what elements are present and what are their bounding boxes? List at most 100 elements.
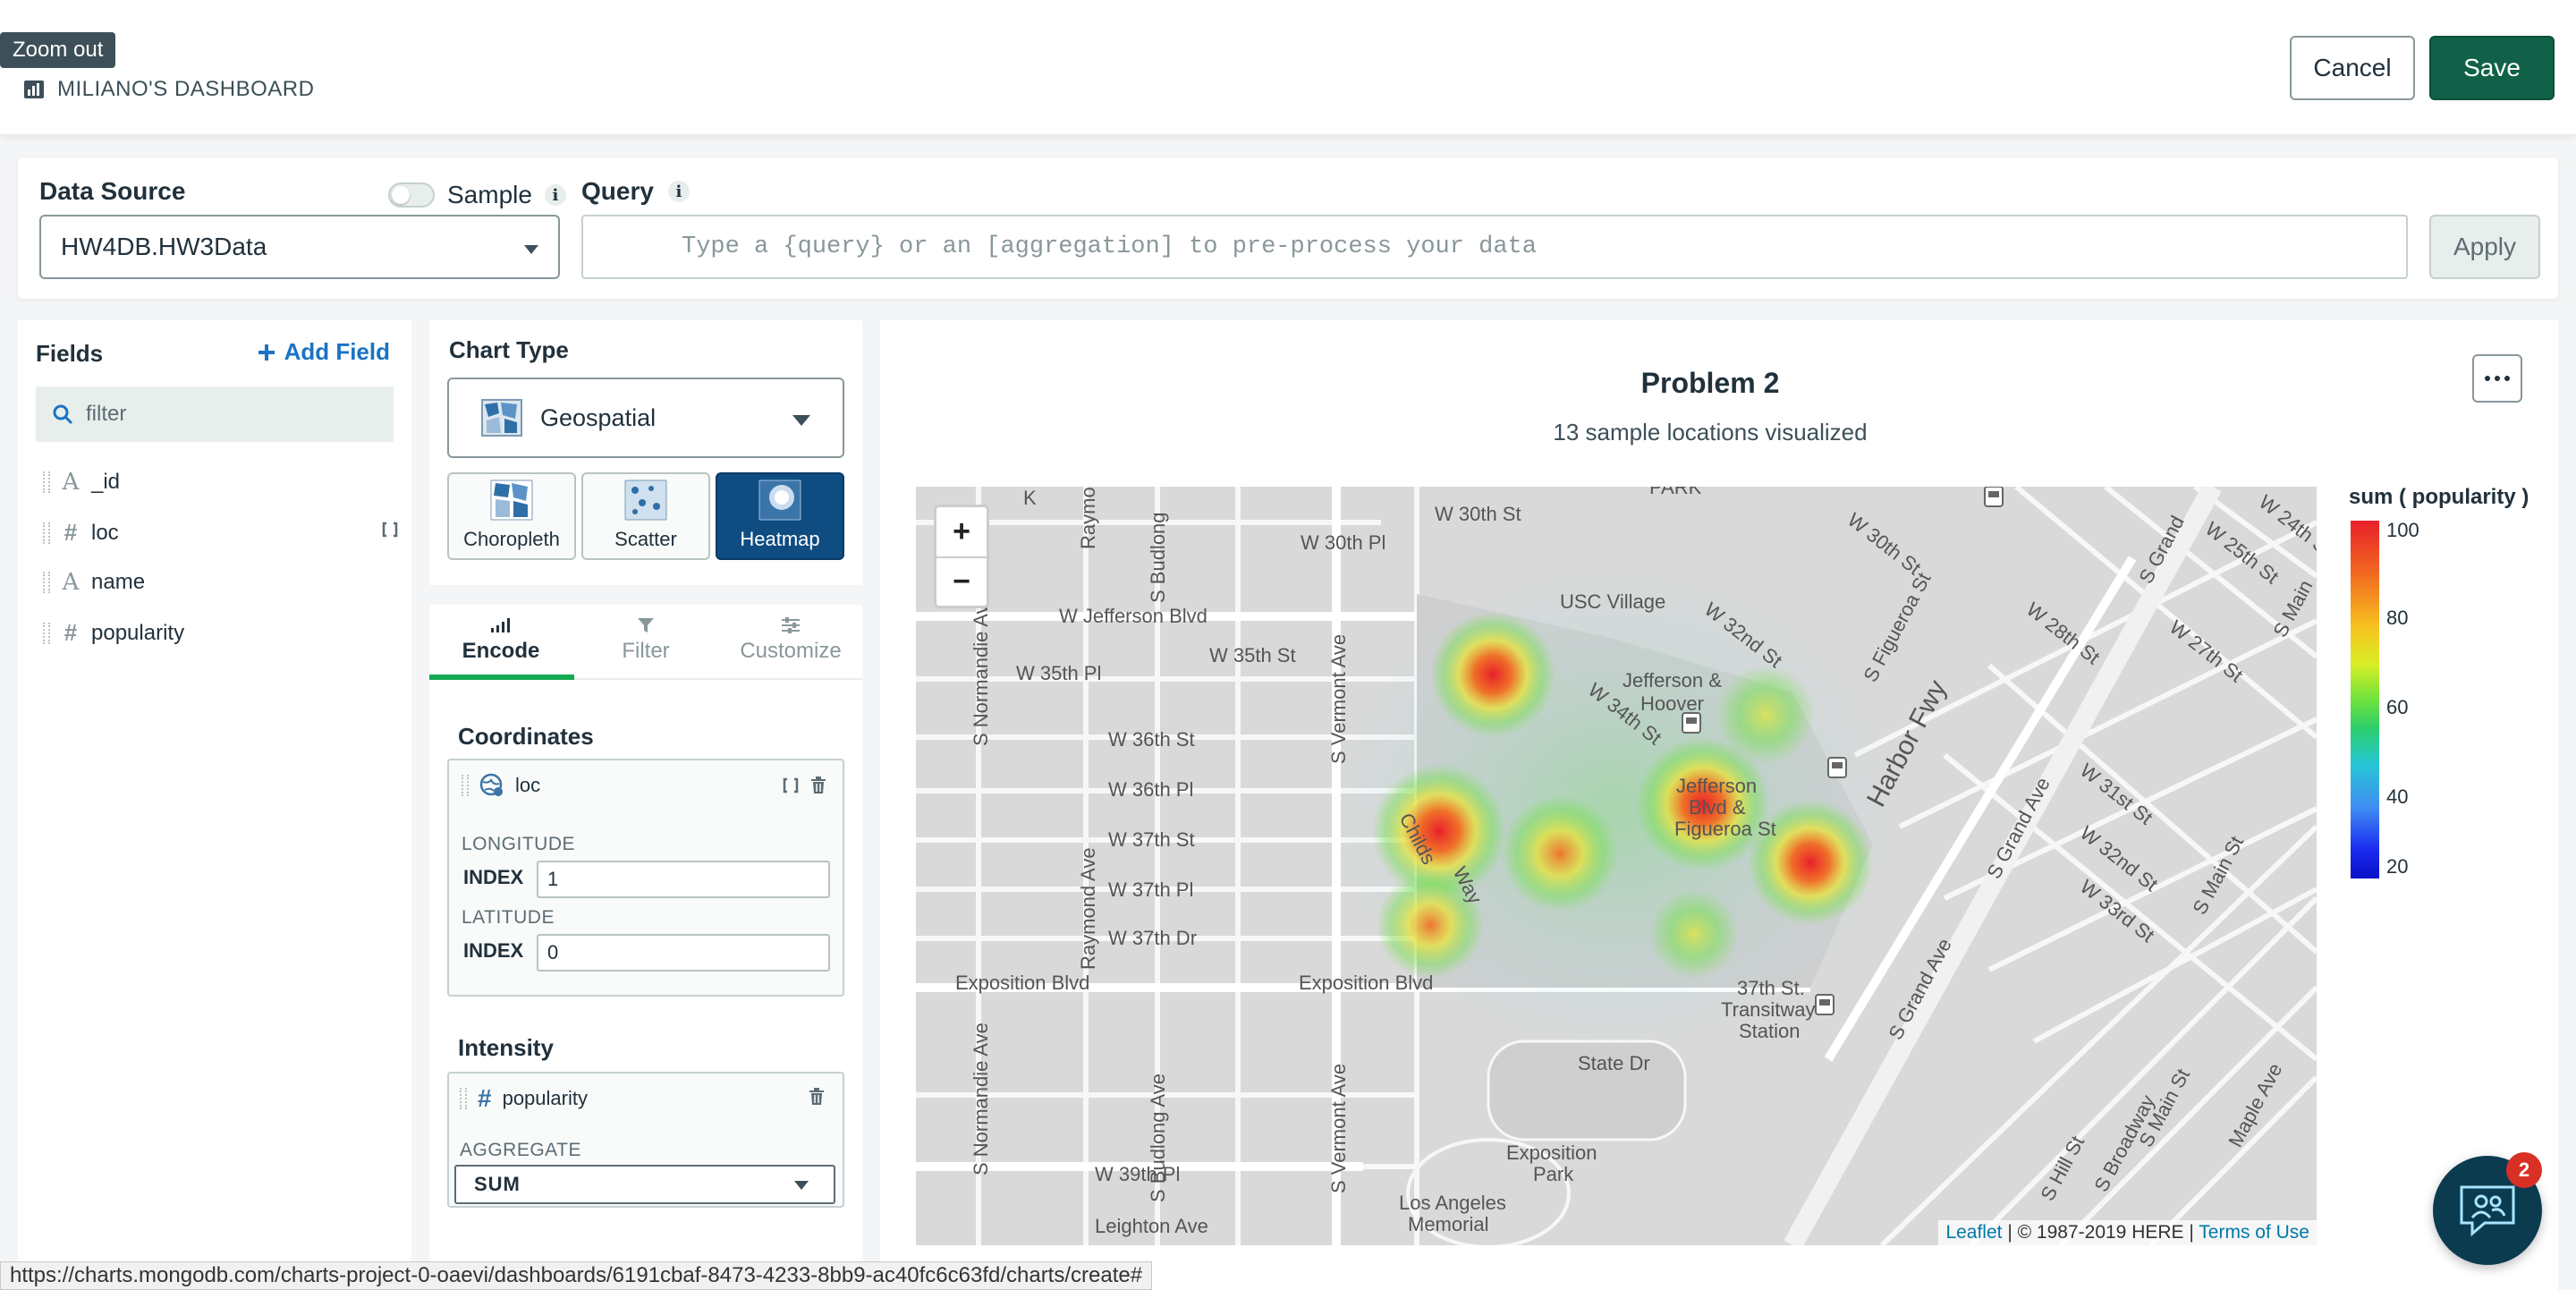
number-type-icon: # bbox=[64, 519, 78, 546]
legend-tick: 100 bbox=[2386, 519, 2419, 541]
field-name: _id bbox=[91, 470, 121, 494]
heat-point bbox=[1430, 612, 1555, 737]
chart-type-title: Chart Type bbox=[449, 336, 569, 363]
legend-title: sum ( popularity ) bbox=[2349, 485, 2529, 509]
array-icon[interactable] bbox=[782, 777, 800, 794]
map-label: Jefferson & bbox=[1623, 669, 1722, 692]
plus-icon bbox=[258, 344, 275, 361]
zoom-control: + − bbox=[934, 505, 989, 608]
latitude-index-input[interactable]: 0 bbox=[537, 934, 830, 972]
apply-button[interactable]: Apply bbox=[2429, 215, 2540, 279]
map-label: Transitway bbox=[1721, 998, 1816, 1021]
sample-toggle[interactable]: Sample i bbox=[388, 181, 566, 209]
fields-title: Fields bbox=[36, 340, 104, 367]
map-label: W 35th Pl bbox=[1016, 662, 1101, 684]
legend-tick: 40 bbox=[2386, 785, 2409, 808]
drag-handle-icon[interactable] bbox=[43, 572, 50, 593]
map-label: Leighton Ave bbox=[1095, 1215, 1208, 1237]
heat-point bbox=[1649, 889, 1739, 979]
map-label: Raymond Ave bbox=[1077, 847, 1099, 970]
leaflet-link[interactable]: Leaflet bbox=[1945, 1222, 2002, 1243]
geo-field-icon bbox=[479, 773, 503, 796]
save-button[interactable]: Save bbox=[2429, 36, 2555, 100]
coordinates-card: loc LONGITUDE INDEX 1 LATITUDE INDEX 0 bbox=[447, 759, 844, 997]
trash-icon[interactable] bbox=[810, 777, 826, 794]
chart-type-select[interactable]: Geospatial bbox=[447, 378, 844, 458]
dashboard-icon bbox=[23, 80, 45, 99]
field-item[interactable]: # popularity bbox=[43, 619, 184, 647]
map-label: S Vermont Ave bbox=[1327, 1064, 1350, 1193]
tab-label: Customize bbox=[740, 639, 842, 663]
latitude-index-label: INDEX bbox=[463, 939, 524, 962]
field-filter-input[interactable]: filter bbox=[36, 386, 394, 442]
add-field-button[interactable]: Add Field bbox=[258, 338, 390, 366]
data-source-select[interactable]: HW4DB.HW3Data bbox=[39, 215, 560, 279]
number-type-icon: # bbox=[478, 1084, 492, 1112]
zoom-in-button[interactable]: + bbox=[936, 507, 987, 556]
terms-link[interactable]: Terms of Use bbox=[2199, 1222, 2309, 1243]
trash-icon[interactable] bbox=[809, 1088, 825, 1106]
dot-icon bbox=[2495, 376, 2500, 381]
aggregate-select[interactable]: SUM bbox=[454, 1165, 835, 1204]
heatmap-button[interactable]: Heatmap bbox=[716, 472, 844, 560]
header: art Zoom out MILIANO'S DASHBOARD Cancel … bbox=[0, 0, 2576, 136]
tab-filter[interactable]: Filter bbox=[574, 617, 717, 664]
query-input[interactable]: Type a {query} or an [aggregation] to pr… bbox=[581, 215, 2408, 279]
map-canvas[interactable]: PARK W 30th St W 30th Pl W Jefferson Blv… bbox=[916, 487, 2317, 1245]
subtype-label: Scatter bbox=[614, 528, 677, 550]
drag-handle-icon[interactable] bbox=[43, 471, 50, 493]
map-label: Jefferson bbox=[1676, 775, 1757, 797]
field-item[interactable]: A name bbox=[43, 569, 145, 596]
map-label: S Normandie Ave bbox=[970, 593, 992, 746]
longitude-index-input[interactable]: 1 bbox=[537, 861, 830, 898]
map-label: Raymond Ave bbox=[1077, 487, 1099, 549]
dot-icon bbox=[2485, 376, 2490, 381]
transit-icon bbox=[1984, 487, 2004, 507]
string-type-icon: A bbox=[62, 569, 80, 596]
tab-encode[interactable]: Encode bbox=[429, 617, 572, 664]
drag-handle-icon[interactable] bbox=[43, 622, 50, 644]
drag-handle-icon[interactable] bbox=[462, 775, 469, 796]
zoom-out-button[interactable]: − bbox=[936, 556, 987, 606]
map-label: State Dr bbox=[1578, 1052, 1650, 1074]
field-item[interactable]: A _id bbox=[43, 469, 120, 496]
heatmap-icon bbox=[758, 480, 801, 521]
chevron-down-icon bbox=[524, 245, 538, 254]
cancel-button[interactable]: Cancel bbox=[2290, 36, 2415, 100]
transit-icon bbox=[1827, 757, 1847, 778]
map-label: PARK bbox=[1649, 487, 1702, 498]
field-name: name bbox=[91, 570, 146, 594]
data-source-label: Data Source bbox=[39, 177, 186, 205]
dot-icon bbox=[2504, 376, 2510, 381]
map-label: Station bbox=[1739, 1020, 1801, 1042]
map-label: Figueroa St bbox=[1674, 818, 1776, 840]
choropleth-button[interactable]: Choropleth bbox=[447, 472, 576, 560]
map-label: Exposition Blvd bbox=[1299, 972, 1433, 994]
drag-handle-icon[interactable] bbox=[43, 522, 50, 544]
info-icon[interactable]: i bbox=[667, 181, 690, 202]
filter-icon bbox=[638, 618, 654, 632]
data-source-value: HW4DB.HW3Data bbox=[61, 233, 267, 260]
active-tab-indicator bbox=[429, 675, 574, 680]
map-label: W 36th Pl bbox=[1108, 778, 1193, 801]
map-label: W 30th St bbox=[1435, 503, 1521, 525]
map-label: 37th St. bbox=[1737, 977, 1805, 999]
tab-customize[interactable]: Customize bbox=[719, 617, 862, 664]
map-label: W 37th Dr bbox=[1108, 927, 1197, 949]
scatter-button[interactable]: Scatter bbox=[581, 472, 710, 560]
heatmap-map[interactable]: PARK W 30th St W 30th Pl W Jefferson Blv… bbox=[916, 487, 2317, 1245]
sample-switch[interactable] bbox=[388, 182, 435, 208]
drag-handle-icon[interactable] bbox=[460, 1088, 467, 1109]
longitude-index-label: INDEX bbox=[463, 866, 524, 888]
map-label: Los Angeles bbox=[1399, 1192, 1506, 1214]
transit-icon bbox=[1682, 712, 1701, 734]
legend-tick: 20 bbox=[2386, 855, 2409, 878]
map-label: Exposition bbox=[1506, 1141, 1597, 1164]
dashboard-breadcrumb[interactable]: MILIANO'S DASHBOARD bbox=[23, 77, 314, 102]
info-icon[interactable]: i bbox=[544, 184, 566, 206]
map-label: W 30th Pl bbox=[1301, 531, 1385, 554]
map-label: Exposition Blvd bbox=[955, 972, 1089, 994]
more-options-button[interactable] bbox=[2472, 354, 2522, 403]
fields-panel: Fields Add Field filter A _id # loc A na… bbox=[18, 320, 411, 1290]
field-item[interactable]: # loc bbox=[43, 519, 401, 547]
